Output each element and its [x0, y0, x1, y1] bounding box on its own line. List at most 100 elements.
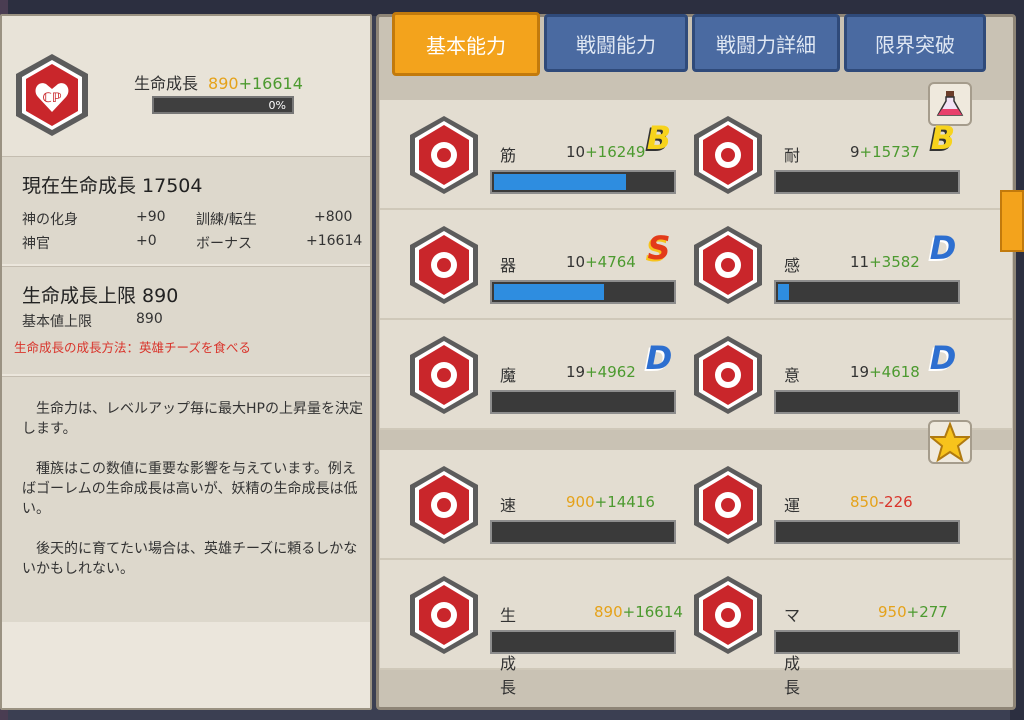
tab-basic-ability[interactable]: 基本能力: [392, 12, 540, 76]
stat-value: 10+16249: [566, 143, 645, 161]
stat-base-value: 950: [878, 603, 907, 621]
detail-header: ℂℙ 生命成長 890+16614 0%: [2, 16, 370, 156]
description-paragraph: 生命力は、レベルアップ毎に最大HPの上昇量を決定します。: [22, 401, 363, 437]
description-section: 生命力は、レベルアップ毎に最大HPの上昇量を決定します。 種族はこの数値に重要な…: [2, 376, 370, 622]
stat-bonus-value: +15737: [859, 143, 920, 161]
clover-icon: [694, 466, 762, 544]
tab-label: 限界突破: [875, 32, 955, 57]
detail-base-value: 890: [208, 74, 239, 93]
stat-base-value: 19: [566, 363, 586, 381]
stat-bonus-value: +4618: [869, 363, 920, 381]
stat-grade-badge: D: [929, 339, 957, 377]
progress-text: 0%: [268, 99, 286, 112]
stat-base-value: 850: [850, 493, 879, 511]
description-paragraph: 後天的に育てたい場合は、英雄チーズに頼るしかないかもしれない。: [22, 541, 358, 577]
magic-swirl-icon: [410, 336, 478, 414]
stat-value: 19+4618: [850, 363, 920, 381]
growth-method-tip: 生命成長の成長方法：英雄チーズを食べる: [14, 340, 251, 355]
tab-battle-ability[interactable]: 戦闘能力: [544, 14, 688, 72]
heart-icon: [410, 576, 478, 654]
detail-title-label: 生命成長: [134, 74, 199, 93]
heart-icon: ℂℙ: [16, 54, 88, 136]
tab-limit-break[interactable]: 限界突破: [844, 14, 986, 72]
stat-bar: [490, 630, 676, 654]
stat-bar-fill: [494, 284, 604, 300]
stat-base-value: 19: [850, 363, 870, 381]
stat-bar: [490, 520, 676, 544]
stat-value: 890+16614: [594, 603, 683, 621]
mana-sigil-icon: [694, 576, 762, 654]
current-growth-heading: 現在生命成長 17504: [22, 175, 203, 197]
stat-bar: [774, 390, 960, 414]
stat-value: 9+15737: [850, 143, 920, 161]
eye-icon: [694, 226, 762, 304]
head-silhouette-icon: [694, 336, 762, 414]
tab-label: 基本能力: [426, 33, 506, 58]
star-button[interactable]: [928, 420, 972, 464]
expand-arrow-button[interactable]: [1000, 190, 1024, 252]
stat-bar: [774, 630, 960, 654]
stat-bonus-value: +277: [906, 603, 948, 621]
running-man-icon: [410, 226, 478, 304]
stat-grade-badge: D: [929, 229, 957, 267]
stat-value: 850-226: [850, 493, 913, 511]
stat-value: 950+277: [878, 603, 948, 621]
kv-value: +90: [136, 209, 166, 225]
stat-base-value: 10: [566, 253, 586, 271]
stat-base-value: 9: [850, 143, 860, 161]
kv-label: ボーナス: [196, 236, 252, 252]
stat-bonus-value: -226: [878, 493, 913, 511]
muscle-arm-icon: [410, 116, 478, 194]
stat-value: 10+4764: [566, 253, 636, 271]
stat-bonus-value: +14416: [594, 493, 655, 511]
body-torso-icon: [694, 116, 762, 194]
svg-text:ℂℙ: ℂℙ: [42, 91, 61, 106]
stat-grade-badge: D: [645, 339, 673, 377]
stat-bar: [490, 280, 676, 304]
stat-bar-fill: [494, 174, 626, 190]
stat-base-value: 10: [566, 143, 586, 161]
kv-value: +800: [314, 209, 353, 225]
kv-value: +0: [136, 233, 157, 249]
stat-bar: [490, 390, 676, 414]
current-growth-section: 現在生命成長 17504 神の化身 +90 訓練/転生 +800 神官 +0 ボ…: [2, 156, 370, 264]
description-text: 生命力は、レベルアップ毎に最大HPの上昇量を決定します。 種族はこの数値に重要な…: [22, 399, 366, 599]
stat-bonus-value: +3582: [869, 253, 920, 271]
tab-label: 戦闘力詳細: [716, 32, 816, 57]
stat-value: 900+14416: [566, 493, 655, 511]
stat-value: 11+3582: [850, 253, 920, 271]
growth-limit-heading: 生命成長上限 890: [22, 285, 179, 307]
description-paragraph: 種族はこの数値に重要な影響を与えています。例えばゴーレムの生命成長は高いが、妖精…: [22, 461, 358, 517]
kv-label: 訓練/転生: [196, 212, 257, 228]
kv-value: 890: [136, 311, 163, 327]
detail-bonus-value: +16614: [238, 74, 303, 93]
stat-bar: [774, 280, 960, 304]
kv-label: 神官: [22, 236, 50, 252]
growth-progress-bar: 0%: [152, 96, 294, 114]
kv-value: +16614: [306, 233, 363, 249]
stat-bonus-value: +16614: [622, 603, 683, 621]
stat-bar: [774, 520, 960, 544]
stat-detail-panel: ℂℙ 生命成長 890+16614 0% 現在生命成長 17504 神の化身 +9…: [0, 14, 372, 710]
stat-bonus-value: +4764: [585, 253, 636, 271]
wing-speed-icon: [410, 466, 478, 544]
stat-grade-badge: B: [930, 119, 956, 157]
stat-base-value: 11: [850, 253, 870, 271]
stat-value: 19+4962: [566, 363, 636, 381]
kv-label: 神の化身: [22, 212, 78, 228]
kv-label: 基本値上限: [22, 314, 92, 330]
stat-bonus-value: +4962: [585, 363, 636, 381]
detail-title: 生命成長 890+16614: [134, 70, 303, 94]
stat-bonus-value: +16249: [585, 143, 646, 161]
tab-label: 戦闘能力: [576, 32, 656, 57]
stat-base-value: 900: [566, 493, 595, 511]
tab-battle-power-detail[interactable]: 戦闘力詳細: [692, 14, 840, 72]
stat-grade-badge: B: [646, 119, 672, 157]
stat-bar: [774, 170, 960, 194]
stat-base-value: 890: [594, 603, 623, 621]
star-icon: [930, 422, 970, 462]
stat-grade-badge: S: [647, 229, 671, 267]
growth-limit-section: 生命成長上限 890 基本値上限 890 生命成長の成長方法：英雄チーズを食べる: [2, 266, 370, 374]
stat-bar: [490, 170, 676, 194]
potion-icon: [936, 91, 964, 116]
